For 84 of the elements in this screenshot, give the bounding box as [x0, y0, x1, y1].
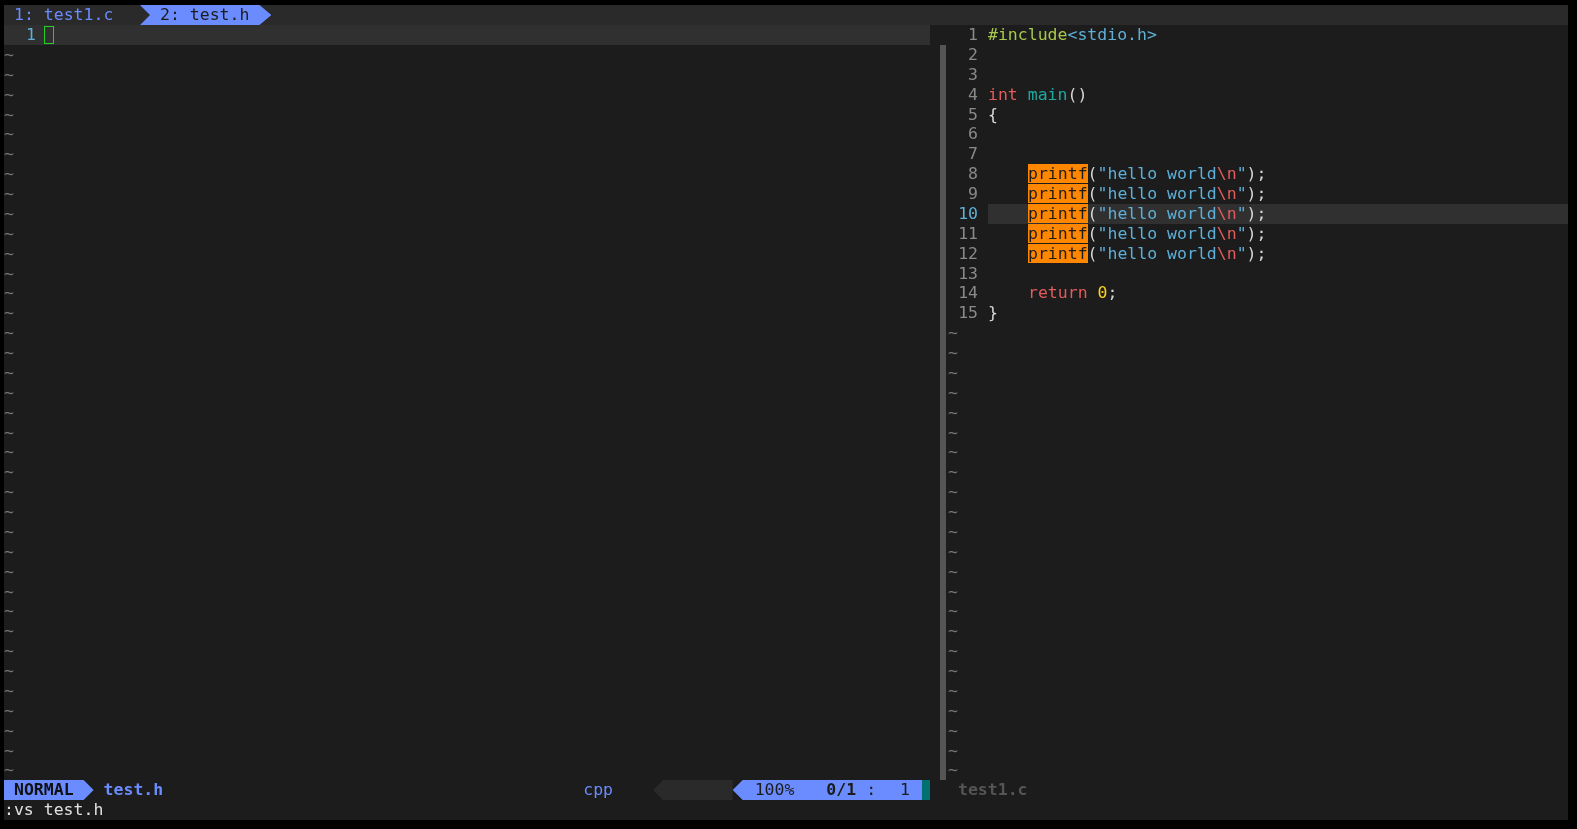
- filler-tilde: ~: [4, 740, 14, 761]
- filler-tilde: ~: [4, 482, 14, 502]
- filler-tilde: ~: [4, 422, 14, 443]
- filler-tilde: ~: [948, 402, 958, 423]
- filler-tilde: ~: [948, 323, 958, 343]
- code-line: printf("hello world\n");: [1027, 223, 1267, 244]
- filler-tilde: ~: [4, 104, 14, 125]
- filler-tilde: ~: [4, 343, 14, 363]
- line-number: 10: [948, 203, 988, 224]
- filler-tilde: ~: [4, 323, 14, 343]
- filler-tilde: ~: [948, 442, 958, 463]
- code-line: printf("hello world\n");: [1027, 164, 1267, 184]
- filler-tilde: ~: [4, 502, 14, 522]
- filler-tilde: ~: [4, 382, 14, 403]
- position-separator: :: [866, 780, 877, 800]
- filler-tilde: ~: [4, 144, 14, 165]
- filler-tilde: ~: [4, 203, 14, 224]
- filler-tilde: ~: [948, 502, 958, 522]
- filler-tilde: ~: [948, 422, 958, 443]
- inactive-file-name: test1.c: [958, 780, 1028, 799]
- filler-tilde: ~: [4, 362, 14, 383]
- code-line: #include<stdio.h>: [988, 25, 1157, 45]
- code-line: printf("hello world\n");: [1027, 243, 1267, 264]
- filler-tilde: ~: [948, 343, 958, 363]
- filler-tilde: ~: [948, 740, 958, 761]
- line-number: 1: [25, 25, 37, 45]
- filler-tilde: ~: [4, 521, 14, 542]
- filler-tilde: ~: [4, 621, 14, 642]
- filler-tilde: ~: [4, 184, 14, 204]
- filler-tilde: ~: [4, 700, 14, 721]
- buffer-tab[interactable]: 2: test.h: [140, 5, 272, 25]
- filler-tilde: ~: [948, 561, 958, 582]
- filler-tilde: ~: [948, 382, 958, 403]
- filler-tilde: ~: [4, 283, 14, 304]
- command-line: :vs test.h: [4, 800, 104, 819]
- filler-tilde: ~: [4, 561, 14, 582]
- filler-tilde: ~: [4, 541, 14, 562]
- filler-tilde: ~: [4, 680, 14, 701]
- filler-tilde: ~: [4, 661, 14, 681]
- filler-tilde: ~: [4, 442, 14, 463]
- filler-tilde: ~: [4, 760, 14, 781]
- code-line: int main(): [988, 84, 1088, 105]
- filler-tilde: ~: [948, 482, 958, 502]
- filler-tilde: ~: [4, 601, 14, 622]
- code-line: return 0;: [1027, 283, 1118, 304]
- filler-tilde: ~: [948, 760, 958, 781]
- code-line: printf("hello world\n");: [1027, 184, 1267, 204]
- filler-tilde: ~: [4, 720, 14, 741]
- filler-tilde: ~: [948, 521, 958, 542]
- filler-tilde: ~: [948, 661, 958, 681]
- filler-tilde: ~: [4, 303, 14, 324]
- filler-tilde: ~: [4, 44, 14, 65]
- filler-tilde: ~: [948, 680, 958, 701]
- code-line: }: [988, 303, 998, 324]
- filler-tilde: ~: [948, 700, 958, 721]
- filler-tilde: ~: [4, 124, 14, 145]
- filler-tilde: ~: [948, 621, 958, 642]
- filler-tilde: ~: [4, 64, 14, 85]
- filler-tilde: ~: [4, 243, 14, 264]
- filler-tilde: ~: [948, 601, 958, 622]
- column-number: 1: [900, 780, 911, 800]
- filler-tilde: ~: [948, 641, 958, 661]
- filler-tilde: ~: [4, 164, 14, 184]
- filler-tilde: ~: [4, 641, 14, 661]
- filler-tilde: ~: [4, 84, 14, 105]
- status-end-block: [922, 780, 930, 800]
- code-line: {: [988, 104, 998, 125]
- filler-tilde: ~: [948, 462, 958, 483]
- mode-indicator: NORMAL: [4, 780, 94, 800]
- filler-tilde: ~: [948, 581, 958, 602]
- filler-tilde: ~: [948, 362, 958, 383]
- filler-tilde: ~: [4, 263, 14, 284]
- file-name: test.h: [103, 780, 164, 800]
- filler-tilde: ~: [4, 402, 14, 423]
- scroll-percent: 100%: [754, 780, 795, 800]
- filler-tilde: ~: [4, 462, 14, 483]
- filler-tilde: ~: [4, 581, 14, 602]
- file-type: cpp: [583, 780, 614, 800]
- filler-tilde: ~: [948, 541, 958, 562]
- buffer-tab[interactable]: 1: test1.c: [4, 5, 140, 25]
- filler-tilde: ~: [948, 720, 958, 741]
- match-count: 0/1: [826, 780, 857, 800]
- filler-tilde: ~: [4, 223, 14, 244]
- code-line: printf("hello world\n");: [1027, 203, 1267, 224]
